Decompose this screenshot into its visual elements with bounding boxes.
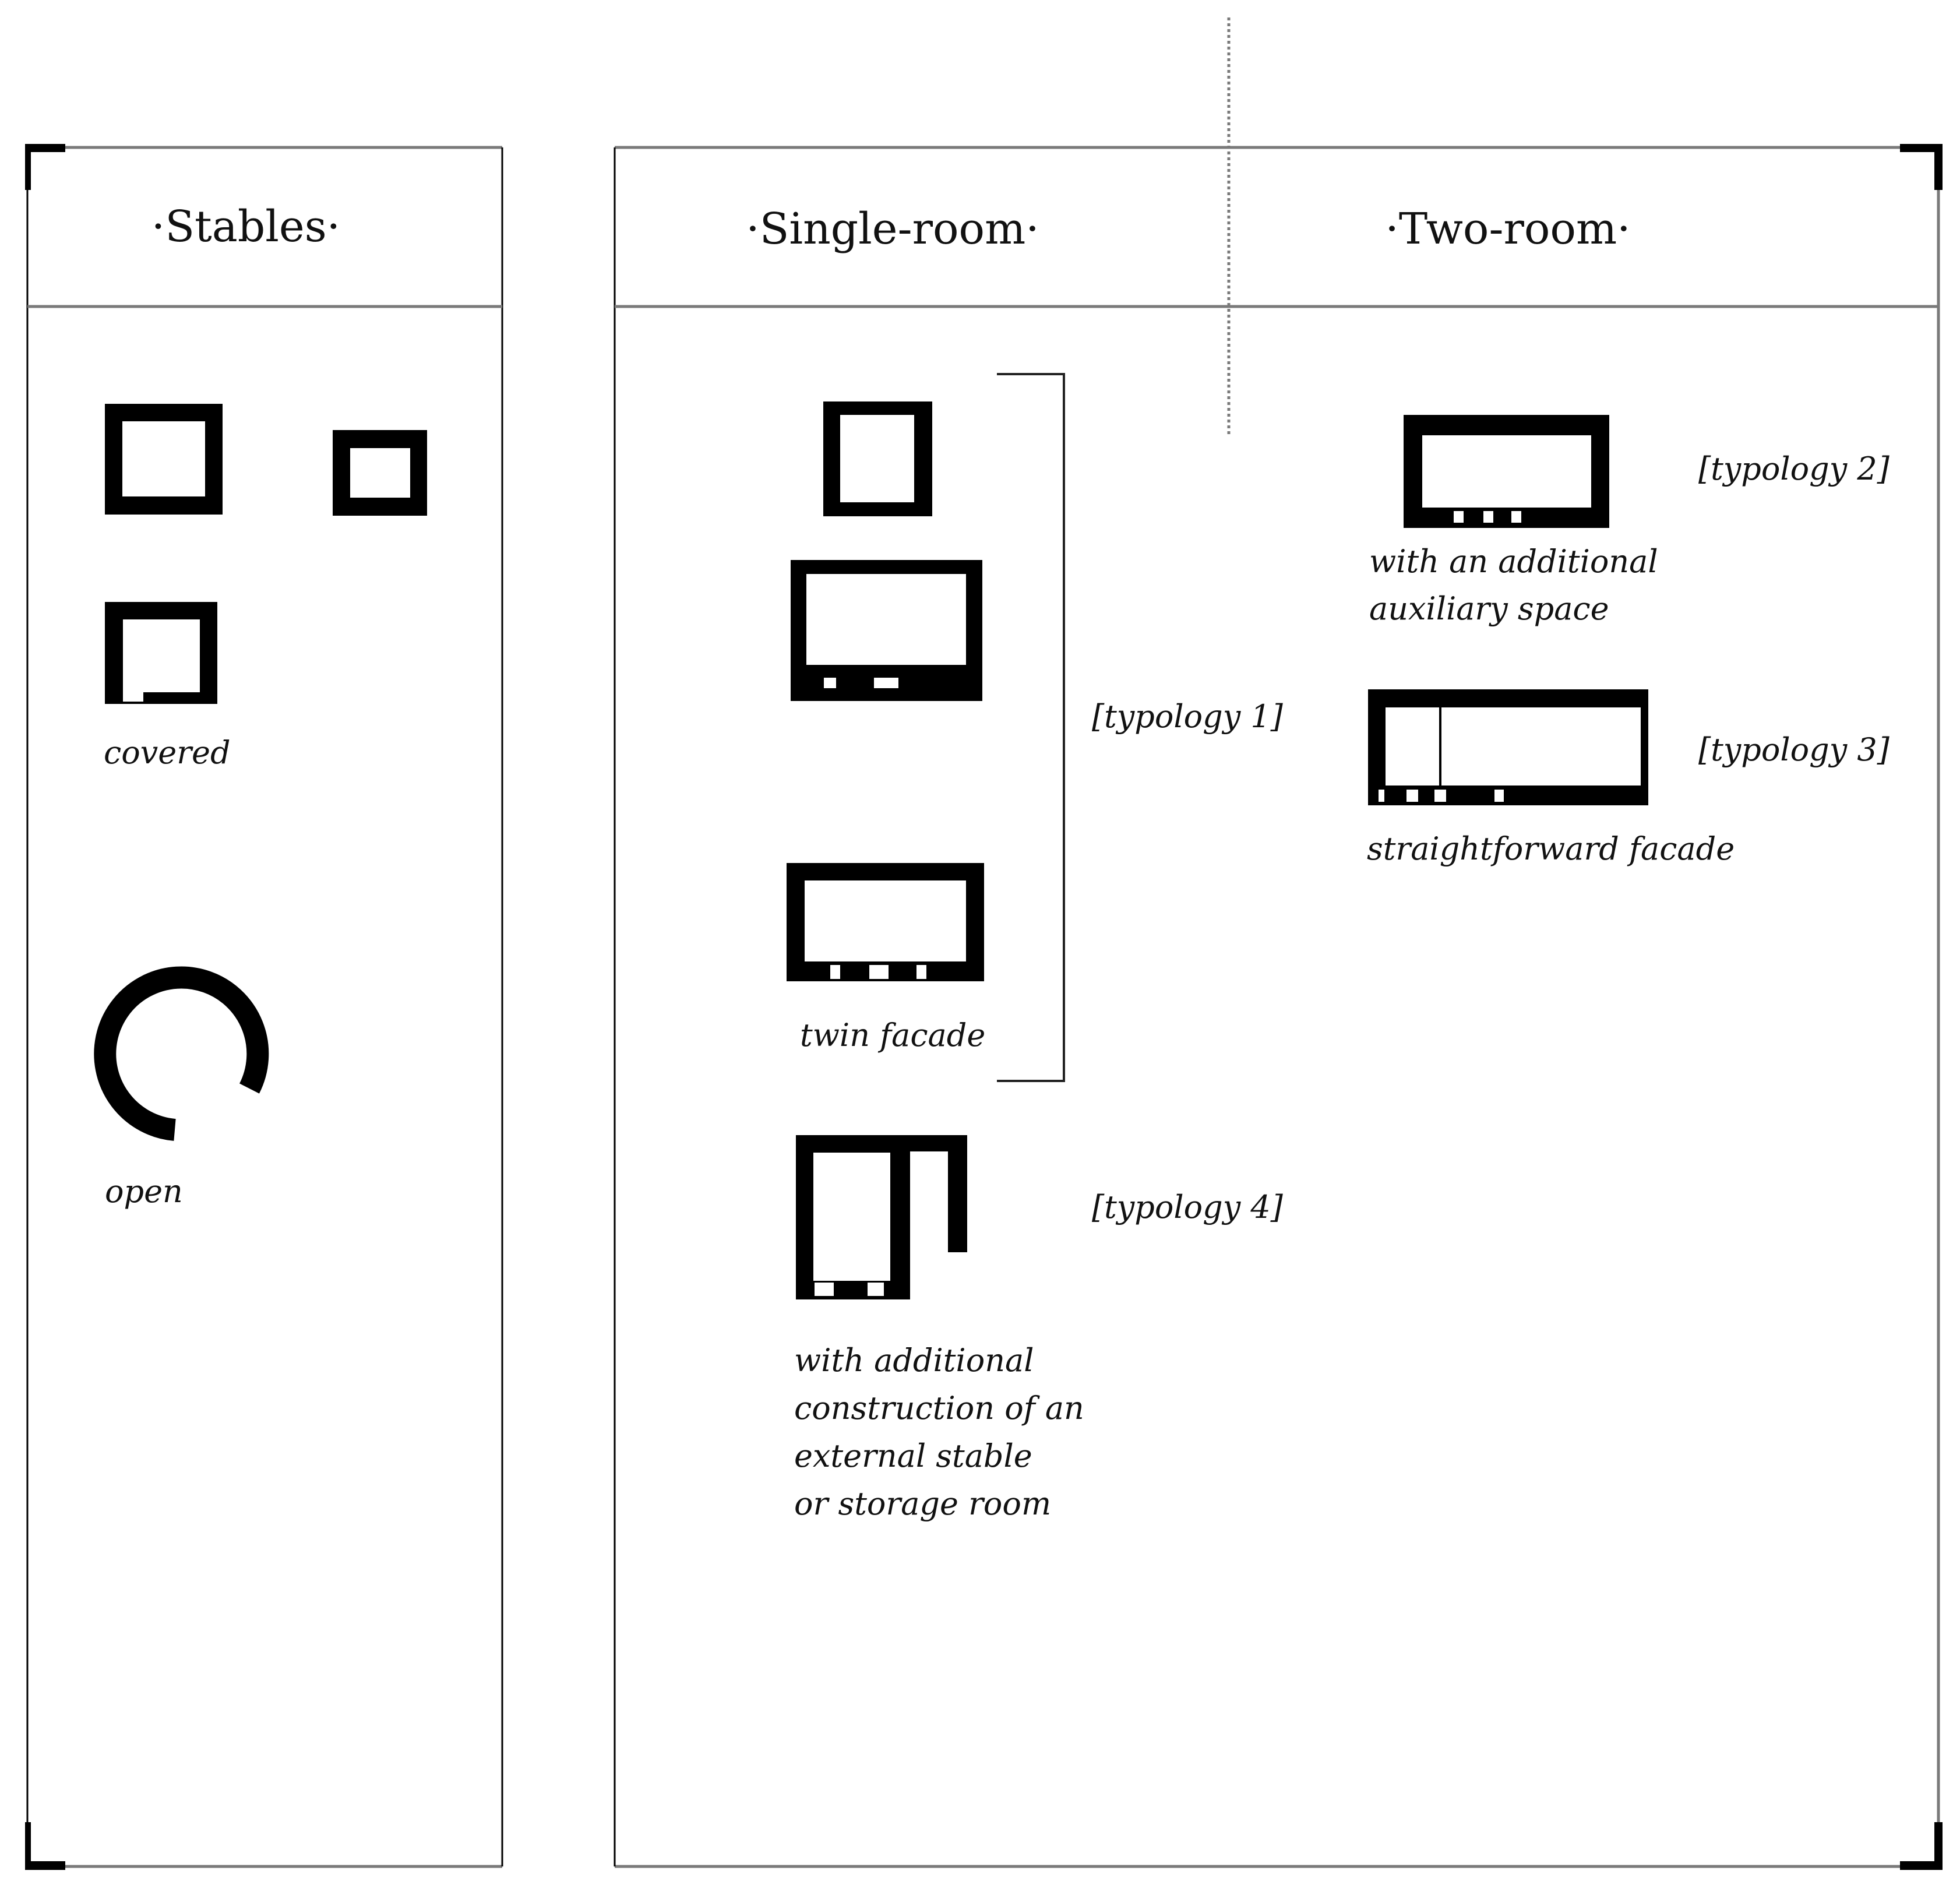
typology-diagram: ·Stables· covered open ·Single-room· ·Tw… <box>25 17 1943 1870</box>
door-opening <box>1483 511 1493 523</box>
single-room-title: ·Single-room· <box>746 204 1039 254</box>
corner-mark-bottom-right <box>1900 1822 1943 1870</box>
window-opening <box>1406 790 1418 802</box>
twin-facade-caption: twin facade <box>800 1017 985 1054</box>
stable-plan-small-icon <box>333 430 427 516</box>
typology-3-caption: straightforward facade <box>1367 830 1735 867</box>
stables-title: ·Stables· <box>151 202 340 252</box>
stable-plan-square-icon <box>105 404 223 515</box>
corner-mark-bottom-left <box>25 1822 65 1870</box>
corner-mark-top-left <box>25 144 65 190</box>
window-opening <box>1379 790 1384 802</box>
stable-plan-with-door-icon <box>105 602 217 704</box>
window-opening <box>824 678 836 688</box>
typology-1-bracket <box>997 373 1065 1082</box>
open-stable-ring-icon <box>94 966 269 1141</box>
typology-4-caption-line-4: or storage room <box>794 1485 1051 1522</box>
stables-panel: ·Stables· covered open <box>26 146 503 1868</box>
two-room-plan-straight-facade-icon <box>1368 689 1648 805</box>
door-opening <box>123 692 143 702</box>
typology-4-caption-line-1: with additional <box>794 1342 1034 1379</box>
typology-2-caption-line-2: auxiliary space <box>1369 590 1609 627</box>
window-opening <box>830 965 840 979</box>
typology-4-tag: [typology 4] <box>1092 1189 1284 1225</box>
dwellings-panel: ·Single-room· ·Two-room· [typology 1] tw… <box>614 146 1940 1868</box>
window-opening <box>916 965 926 979</box>
window-opening <box>1494 790 1504 802</box>
typology-4-caption-line-2: construction of an <box>794 1390 1084 1426</box>
typology-4-caption-line-3: external stable <box>794 1438 1032 1474</box>
typology-2-caption-line-1: with an additional <box>1369 543 1658 580</box>
single-room-plan-a-icon <box>823 401 932 516</box>
window-opening <box>1511 511 1521 523</box>
single-room-plan-b-icon <box>791 560 982 701</box>
window-opening <box>1454 511 1464 523</box>
door-opening <box>874 678 898 688</box>
typology-1-tag: [typology 1] <box>1092 698 1284 735</box>
typology-3-tag: [typology 3] <box>1698 731 1890 768</box>
typology-2-tag: [typology 2] <box>1698 450 1890 487</box>
door-opening <box>1434 790 1446 802</box>
door-opening <box>841 466 862 476</box>
single-room-plan-extension-icon <box>796 1135 967 1299</box>
single-room-plan-c-icon <box>787 863 984 981</box>
two-room-title: ·Two-room· <box>1385 204 1630 254</box>
window-opening <box>868 1283 884 1296</box>
corner-mark-top-right <box>1900 144 1943 190</box>
two-room-plan-auxiliary-icon <box>1404 415 1609 528</box>
covered-label: covered <box>104 734 231 771</box>
door-opening <box>815 1283 834 1296</box>
door-opening <box>869 965 889 979</box>
open-label: open <box>105 1173 183 1210</box>
